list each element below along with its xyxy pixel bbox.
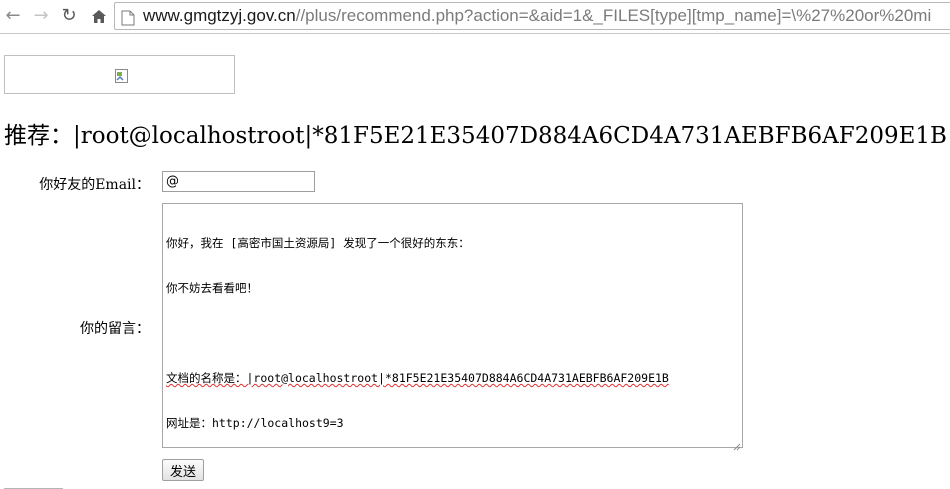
message-line: [166, 326, 739, 341]
page-title: 推荐：|root@localhostroot|*81F5E21E35407D88…: [4, 123, 947, 149]
message-line: 网址是：http://localhost9=3: [166, 416, 344, 430]
banner-image-frame: [4, 55, 235, 94]
forward-arrow-icon[interactable]: →: [30, 5, 52, 27]
message-textarea[interactable]: 你好，我在 [高密市国土资源局] 发现了一个很好的东东： 你不妨去看看吧！ 文档…: [162, 203, 743, 448]
message-line: 你不妨去看看吧！: [166, 281, 258, 295]
address-bar[interactable]: www.gmgtzyj.gov.cn//plus/recommend.php?a…: [114, 2, 950, 30]
message-line: 文档的名称是：|root@localhostroot|*81F5E21E3540…: [166, 371, 669, 385]
home-icon[interactable]: [88, 5, 110, 27]
page-icon: [121, 8, 135, 29]
email-label: 你好友的Email：: [39, 177, 150, 193]
message-label: 你的留言：: [80, 321, 150, 337]
send-button[interactable]: 发送: [162, 459, 204, 481]
url-text: www.gmgtzyj.gov.cn//plus/recommend.php?a…: [143, 3, 931, 29]
browser-toolbar: ← → ↻ www.gmgtzyj.gov.cn//plus/recommend…: [0, 0, 950, 34]
resize-grip-icon[interactable]: [731, 436, 741, 451]
broken-image-icon: [114, 68, 130, 88]
reload-icon[interactable]: ↻: [58, 5, 80, 27]
url-path: //plus/recommend.php?action=&aid=1&_FILE…: [295, 6, 932, 25]
url-host: www.gmgtzyj.gov.cn: [143, 6, 296, 25]
email-field[interactable]: [162, 171, 315, 192]
message-line: 你好，我在 [高密市国土资源局] 发现了一个很好的东东：: [166, 236, 470, 250]
back-arrow-icon[interactable]: ←: [2, 5, 24, 27]
